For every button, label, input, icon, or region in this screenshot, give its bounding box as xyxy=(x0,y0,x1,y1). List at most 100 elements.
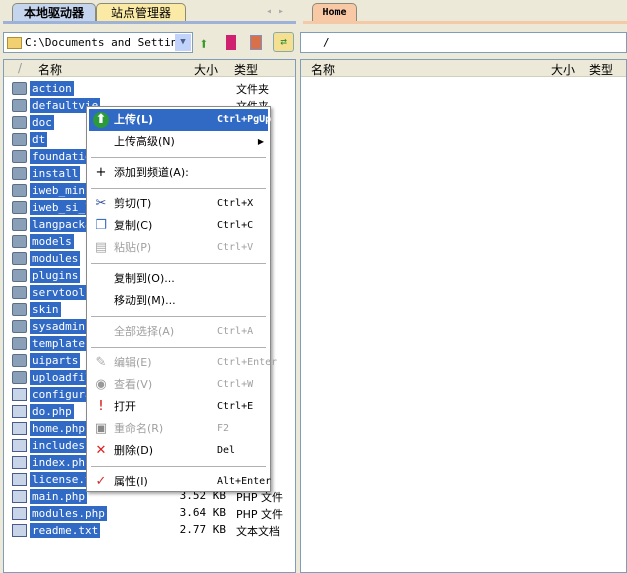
chevron-down-icon[interactable]: ▼ xyxy=(175,34,191,51)
properties-icon: ✓ xyxy=(95,474,107,489)
col-name[interactable]: 名称 xyxy=(38,61,62,78)
local-path-combo[interactable]: C:\Documents and Settings ▼ xyxy=(3,32,193,53)
menu-item-shortcut: Ctrl+E xyxy=(217,401,254,412)
menu-item[interactable]: + 添加到频道(A): xyxy=(89,162,268,184)
menu-item-shortcut: F2 xyxy=(217,423,230,434)
menu-item[interactable]: ❐ 复制(C) Ctrl+C xyxy=(89,215,268,237)
php-file-icon xyxy=(12,388,27,401)
menu-item-shortcut: Ctrl+Enter xyxy=(217,357,278,368)
folder-icon xyxy=(12,269,27,282)
remote-path-value: / xyxy=(323,36,330,49)
folder-icon xyxy=(12,235,27,248)
php-file-icon xyxy=(12,439,27,452)
file-type: 文本文档 xyxy=(236,525,280,538)
col-type[interactable]: 类型 xyxy=(234,61,258,78)
file-row[interactable]: readme.txt 2.77 KB 文本文档 xyxy=(10,522,296,539)
text-file-icon xyxy=(12,473,27,486)
folder-icon xyxy=(12,286,27,299)
menu-item[interactable]: 移动到(M)... xyxy=(89,290,268,312)
menu-item-label: 粘贴(P) xyxy=(114,241,152,254)
file-name: main.php xyxy=(30,489,87,504)
plus-icon: + xyxy=(95,165,107,180)
folder-icon xyxy=(12,116,27,129)
remote-path-field[interactable]: / xyxy=(300,32,627,53)
bookmark-icon[interactable] xyxy=(226,35,236,50)
menu-item[interactable]: ✎ 编辑(E) Ctrl+Enter xyxy=(89,352,278,374)
tab-scroll-arrows[interactable]: ◂ ▸ xyxy=(266,6,284,17)
folder-icon xyxy=(12,82,27,95)
menu-item-shortcut: Del xyxy=(217,445,236,456)
menu-item[interactable]: ✓ 属性(I) Alt+Enter xyxy=(89,471,272,493)
col-size[interactable]: 大小 xyxy=(194,61,218,78)
menu-separator xyxy=(91,157,266,158)
menu-item[interactable]: ⬆ 上传(L) Ctrl+PgUp xyxy=(89,109,271,131)
menu-item-label: 添加到频道(A): xyxy=(114,166,189,179)
sync-folders-icon[interactable]: ⇄ xyxy=(273,32,294,52)
menu-item-shortcut: Ctrl+W xyxy=(217,379,254,390)
file-name: sysadmin xyxy=(30,319,87,334)
menu-separator xyxy=(91,316,266,317)
php-file-icon xyxy=(12,456,27,469)
file-name: home.php xyxy=(30,421,87,436)
col-name[interactable]: 名称 xyxy=(311,61,335,78)
folder-icon xyxy=(12,320,27,333)
file-name: langpacka xyxy=(30,217,94,232)
menu-item-label: 删除(D) xyxy=(114,444,154,457)
menu-item-label: 上传(L) xyxy=(114,113,154,126)
menu-item-label: 查看(V) xyxy=(114,378,153,391)
file-name: index.php xyxy=(30,455,94,470)
edit-icon: ✎ xyxy=(95,355,107,370)
tab-remote-home[interactable]: Home xyxy=(312,3,357,22)
local-list-header: / 名称 大小 类型 xyxy=(4,60,295,77)
menu-item-label: 剪切(T) xyxy=(114,197,152,210)
menu-item[interactable]: ▤ 粘贴(P) Ctrl+V xyxy=(89,237,268,259)
menu-item-shortcut: Alt+Enter xyxy=(217,476,272,487)
menu-item[interactable]: 全部选择(A) Ctrl+A xyxy=(89,321,268,343)
file-name: uiparts xyxy=(30,353,81,368)
file-name: modules.php xyxy=(30,506,107,521)
remote-file-list[interactable]: 名称 大小 类型 xyxy=(300,59,627,573)
menu-item-label: 上传高级(N) xyxy=(114,135,175,148)
file-name: modules xyxy=(30,251,81,266)
folder-icon xyxy=(12,354,27,367)
tab-local-drives[interactable]: 本地驱动器 xyxy=(12,3,96,22)
file-row[interactable]: modules.php 3.64 KB PHP 文件 xyxy=(10,505,296,522)
menu-item[interactable]: ▣ 重命名(R) F2 xyxy=(89,418,268,440)
up-folder-icon[interactable]: ⬆ xyxy=(199,34,209,53)
menu-item-label: 复制到(O)... xyxy=(114,272,175,285)
menu-item[interactable]: ! 打开 Ctrl+E xyxy=(89,396,268,418)
menu-item[interactable]: 复制到(O)... xyxy=(89,268,268,290)
file-name: do.php xyxy=(30,404,74,419)
menu-item[interactable]: ◉ 查看(V) Ctrl+W xyxy=(89,374,268,396)
menu-item-shortcut: Ctrl+V xyxy=(217,242,254,253)
folder-icon xyxy=(12,133,27,146)
file-name: plugins xyxy=(30,268,81,283)
local-path-value: C:\Documents and Settings xyxy=(25,36,191,49)
menu-item[interactable]: ✂ 剪切(T) Ctrl+X xyxy=(89,193,268,215)
menu-item[interactable]: ✕ 删除(D) Del xyxy=(89,440,268,462)
folder-icon xyxy=(12,371,27,384)
submenu-arrow-icon: ▶ xyxy=(257,137,264,146)
file-name: doc xyxy=(30,115,54,130)
tab-site-manager[interactable]: 站点管理器 xyxy=(96,3,186,22)
upload-icon: ⬆ xyxy=(93,112,109,128)
file-row[interactable]: action 文件夹 xyxy=(10,80,296,97)
menu-separator xyxy=(91,188,266,189)
col-size[interactable]: 大小 xyxy=(551,61,575,78)
menu-item[interactable]: 上传高级(N) ▶ xyxy=(89,131,268,153)
view-icon: ◉ xyxy=(95,377,107,392)
refresh-icon[interactable] xyxy=(250,35,262,50)
col-type[interactable]: 类型 xyxy=(589,61,613,78)
file-size: 3.64 KB xyxy=(179,506,226,519)
menu-item-label: 移动到(M)... xyxy=(114,294,176,307)
folder-icon xyxy=(12,150,27,163)
php-file-icon xyxy=(12,405,27,418)
paste-icon: ▤ xyxy=(94,240,108,255)
file-name: servtools xyxy=(30,285,94,300)
folder-icon xyxy=(7,37,22,49)
remote-list-header: 名称 大小 类型 xyxy=(301,60,626,77)
menu-item-label: 全部选择(A) xyxy=(114,325,175,338)
menu-item-label: 属性(I) xyxy=(114,475,148,488)
php-file-icon xyxy=(12,507,27,520)
menu-item-label: 编辑(E) xyxy=(114,356,152,369)
